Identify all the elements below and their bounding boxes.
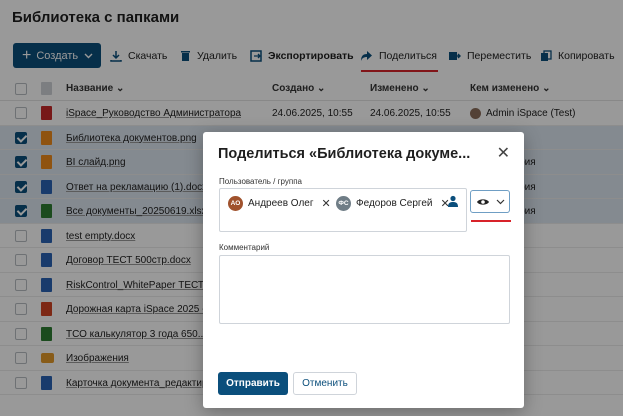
close-icon[interactable]: ✕ [497,143,510,163]
share-dialog: Поделиться «Библиотека докуме... ✕ Польз… [203,132,524,408]
dialog-title: Поделиться «Библиотека докуме... [218,146,471,162]
person-icon[interactable] [447,195,459,207]
remove-chip-icon[interactable]: ✕ [322,197,331,210]
user-chip: ФС Федоров Сергей ✕ [336,195,450,211]
user-chip-name: Федоров Сергей [356,197,433,209]
send-button[interactable]: Отправить [218,372,288,395]
users-input[interactable]: АО Андреев Олег ✕ ФС Федоров Сергей ✕ [219,188,467,232]
cancel-button[interactable]: Отменить [293,372,357,395]
comment-label: Комментарий [219,243,270,252]
chevron-down-icon [496,199,504,204]
comment-textarea[interactable] [219,255,510,324]
permission-highlight-underline [471,220,511,222]
user-chip: АО Андреев Олег ✕ [228,195,331,211]
avatar: АО [228,195,243,211]
users-label: Пользователь / группа [219,177,302,186]
eye-icon [476,198,489,205]
avatar: ФС [336,195,351,211]
permission-dropdown[interactable] [470,190,510,213]
user-chip-name: Андреев Олег [248,197,314,209]
